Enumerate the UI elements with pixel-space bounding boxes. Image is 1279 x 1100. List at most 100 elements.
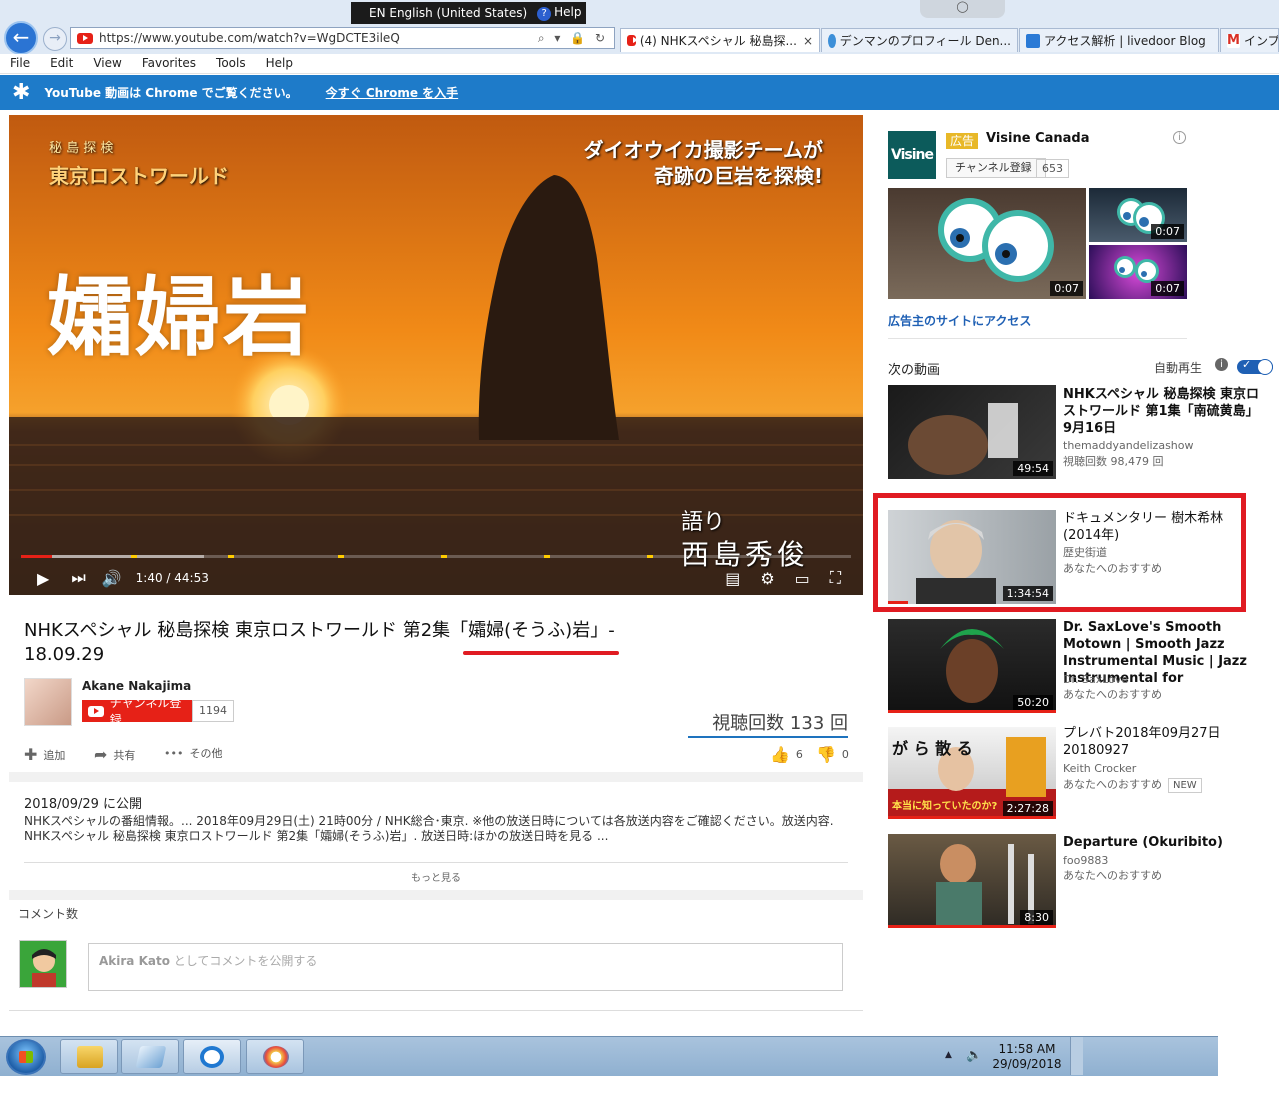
ad-subscribe-button[interactable]: チャンネル登録: [946, 158, 1046, 178]
menu-help[interactable]: Help: [266, 54, 293, 73]
ad-thumbnail-main[interactable]: 0:07: [888, 188, 1086, 299]
subtitles-icon[interactable]: ▤: [725, 569, 740, 588]
show-hidden-icons[interactable]: ▲: [945, 1050, 952, 1060]
comment-input[interactable]: Akira Kato としてコメントを公開する: [88, 943, 843, 991]
clock[interactable]: 11:58 AM 29/09/2018: [992, 1042, 1062, 1072]
address-tools-icons[interactable]: ⌕ ▾ 🔒 ↻: [538, 31, 608, 46]
rec-title[interactable]: プレバト2018年09月27日 20180927: [1063, 725, 1223, 759]
info-icon[interactable]: i: [1173, 131, 1186, 144]
tab-profile[interactable]: デンマンのプロフィール Den...: [821, 28, 1018, 52]
duration-badge: 0:07: [1151, 224, 1184, 239]
ad-thumbnail-3[interactable]: 0:07: [1089, 245, 1187, 299]
rec-channel: Dr. SaxLove: [1063, 673, 1129, 686]
like-button[interactable]: 👍 6: [770, 745, 803, 764]
settings-gear-icon[interactable]: ⚙: [760, 569, 774, 588]
video-player[interactable]: 秘 島 探 検 東京ロストワールド ダイオウイカ撮影チームが 奇跡の巨岩を探検!…: [9, 115, 863, 595]
visit-advertiser-link[interactable]: 広告主のサイトにアクセス: [888, 312, 1031, 329]
rec-title[interactable]: ドキュメンタリー 樹木希林(2014年): [1063, 510, 1233, 544]
subscribe-label: チャンネル登録: [109, 696, 182, 727]
tab-label: デンマンのプロフィール Den...: [839, 34, 1011, 48]
language-bar[interactable]: EN English (United States) ? Help: [351, 2, 586, 24]
share-button[interactable]: ➦ 共有: [94, 745, 135, 764]
clock-time: 11:58 AM: [998, 1042, 1056, 1056]
caption-top: ダイオウイカ撮影チームが 奇跡の巨岩を探検!: [584, 137, 823, 189]
watched-progress: [888, 710, 1056, 713]
menu-favorites[interactable]: Favorites: [142, 54, 196, 73]
language-label: EN English (United States): [369, 6, 528, 20]
advertiser-name[interactable]: Visine Canada: [986, 131, 1090, 146]
asterisk-icon: ✱: [12, 80, 31, 105]
action-bar: ✚ 追加 ➦ 共有 ••• その他 👍 6 👎 0: [24, 742, 850, 764]
tab-gmail[interactable]: M インプ: [1220, 28, 1279, 52]
caption-sofu-rock: 孀婦岩: [47, 268, 311, 368]
rec-thumbnail[interactable]: 50:20: [888, 619, 1056, 713]
show-more-button[interactable]: もっと見る: [24, 869, 848, 884]
rec-title[interactable]: NHKスペシャル 秘島探検 東京ロストワールド 第1集「南硫黄島」9月16日: [1063, 386, 1263, 437]
channel-name[interactable]: Akane Nakajima: [82, 679, 191, 693]
next-video-icon[interactable]: ⏭: [71, 568, 85, 588]
rec-meta: あなたへのおすすめ: [1063, 869, 1162, 882]
ad-thumbnail-2[interactable]: 0:07: [1089, 188, 1187, 242]
duration-badge: 1:34:54: [1002, 586, 1053, 601]
play-icon[interactable]: ▶: [37, 569, 49, 588]
rec-thumbnail[interactable]: 1:34:54: [888, 510, 1056, 604]
new-badge: NEW: [1168, 778, 1202, 793]
info-icon[interactable]: i: [1215, 358, 1228, 371]
window-handle: ◯: [920, 0, 1005, 18]
up-next-label: 次の動画: [888, 363, 941, 378]
add-to-button[interactable]: ✚ 追加: [24, 745, 65, 764]
duration-badge: 8:30: [1020, 910, 1053, 925]
menu-tools[interactable]: Tools: [216, 54, 246, 73]
rec-channel: 歴史街道: [1063, 546, 1107, 559]
chapter-marker: [647, 555, 653, 558]
rec-thumbnail[interactable]: が ら 散 る 本当に知っていたのか? 2:27:28: [888, 727, 1056, 819]
logo-small-text: 秘 島 探 検: [49, 141, 114, 156]
visine-logo[interactable]: Visine: [888, 131, 936, 179]
start-button[interactable]: [6, 1039, 46, 1075]
help-link[interactable]: ? Help: [537, 5, 582, 21]
windows-logo-icon: [19, 1051, 33, 1063]
gmail-icon: M: [1227, 32, 1240, 48]
menu-file[interactable]: File: [10, 54, 30, 73]
forward-button[interactable]: →: [43, 27, 67, 51]
video-description: 2018/09/29 に公開 NHKスペシャルの番組情報。... 2018年09…: [24, 797, 844, 844]
fullscreen-icon[interactable]: ⛶: [830, 568, 841, 588]
dislike-button[interactable]: 👎 0: [816, 745, 849, 764]
divider: [24, 862, 848, 863]
divider: [9, 1010, 863, 1011]
get-chrome-link[interactable]: 今すぐ Chrome を入手: [326, 84, 459, 101]
menu-edit[interactable]: Edit: [50, 54, 73, 73]
channel-avatar[interactable]: [24, 678, 72, 726]
rec-thumbnail[interactable]: 49:54: [888, 385, 1056, 479]
plus-icon: ✚: [24, 745, 38, 764]
rec-title[interactable]: Departure (Okuribito): [1063, 834, 1263, 851]
volume-icon[interactable]: 🔊: [102, 569, 122, 588]
thumbnail-caption: 本当に知っていたのか?: [892, 801, 998, 812]
rec-thumbnail[interactable]: 8:30: [888, 834, 1056, 928]
more-button[interactable]: ••• その他: [164, 745, 222, 761]
more-label: その他: [189, 747, 223, 760]
tab-youtube[interactable]: (4) NHKスペシャル 秘島探... ×: [620, 28, 820, 52]
volume-icon[interactable]: 🔈: [966, 1048, 982, 1063]
subscribe-button[interactable]: チャンネル登録: [82, 696, 192, 727]
menu-view[interactable]: View: [93, 54, 121, 73]
progress-bar[interactable]: [21, 555, 851, 558]
autoplay-toggle[interactable]: ✓: [1237, 358, 1273, 375]
close-tab-icon[interactable]: ×: [803, 34, 813, 48]
show-desktop-button[interactable]: [1070, 1037, 1083, 1075]
chapter-marker: [338, 555, 344, 558]
thumbnail-caption: が ら 散 る: [892, 739, 973, 758]
taskbar-ie[interactable]: [183, 1039, 241, 1074]
taskbar-explorer[interactable]: [60, 1039, 118, 1074]
theater-mode-icon[interactable]: ▭: [795, 569, 810, 588]
menu-bar: File Edit View Favorites Tools Help: [0, 54, 1279, 74]
duration-badge: 49:54: [1013, 461, 1053, 476]
taskbar-app[interactable]: [121, 1039, 179, 1074]
taskbar-paint[interactable]: [246, 1039, 304, 1074]
tab-analytics[interactable]: アクセス解析 | livedoor Blog: [1019, 28, 1219, 52]
address-bar[interactable]: https://www.youtube.com/watch?v=WgDCTE3i…: [70, 27, 615, 49]
add-label: 追加: [43, 748, 66, 762]
caption-line-1: ダイオウイカ撮影チームが: [583, 138, 823, 162]
back-button[interactable]: ←: [4, 21, 38, 55]
rec-meta: あなたへのおすすめ: [1063, 562, 1162, 575]
